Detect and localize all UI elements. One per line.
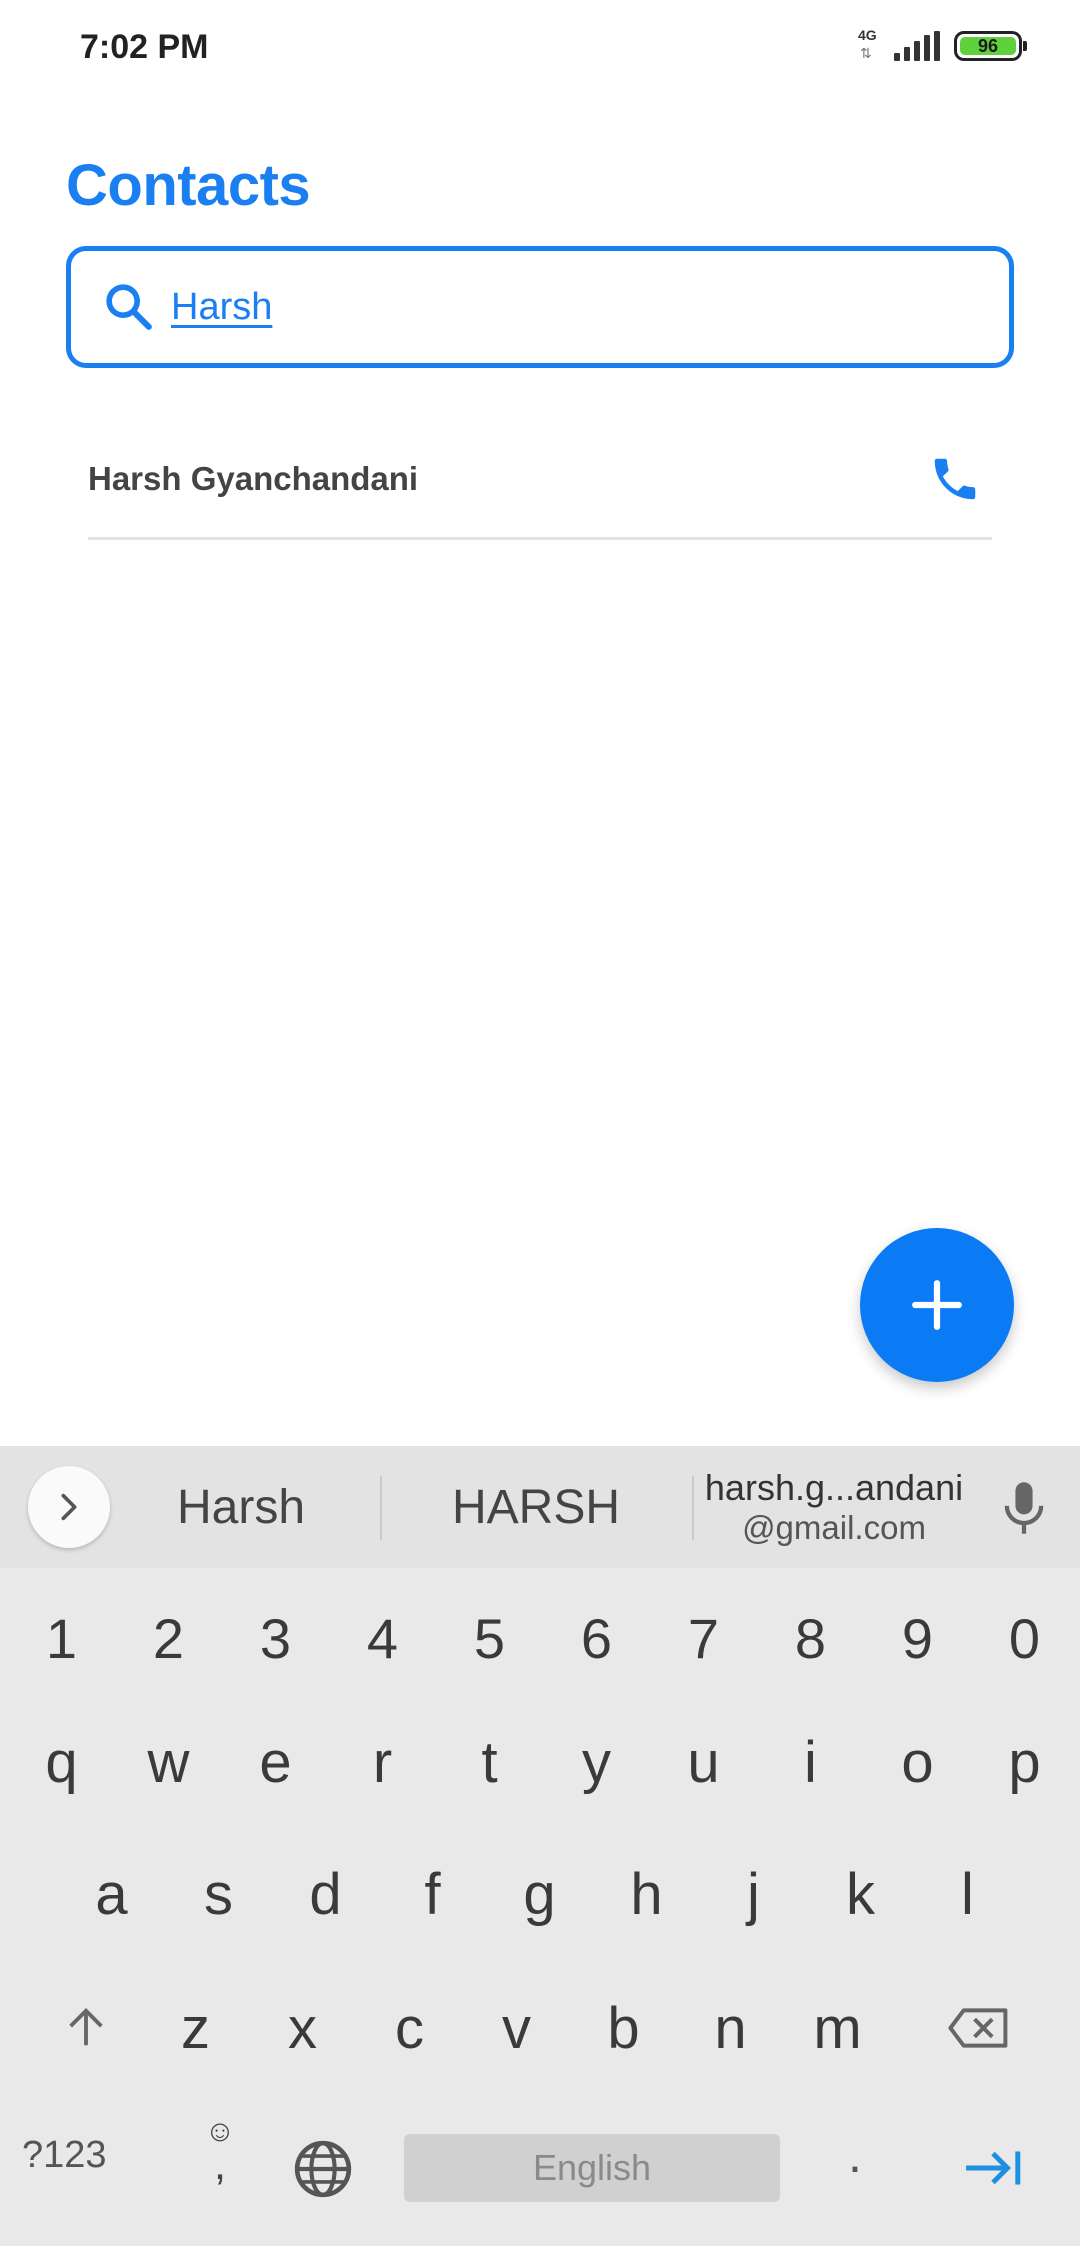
mic-icon[interactable] xyxy=(998,1478,1050,1538)
network-type-icon: 4G ⇅ xyxy=(858,28,880,64)
contact-row[interactable]: Harsh Gyanchandani xyxy=(88,420,992,540)
status-time: 7:02 PM xyxy=(80,28,209,66)
key-u[interactable]: u xyxy=(650,1704,757,1820)
key-e[interactable]: e xyxy=(222,1704,329,1820)
letter-row-2: a s d f g h j k l xyxy=(0,1836,1080,1952)
signal-icon xyxy=(894,31,940,61)
battery-icon: 96 xyxy=(954,31,1027,61)
expand-toolbar-button[interactable] xyxy=(28,1466,110,1548)
letter-row-3: z x c v b n m xyxy=(0,1970,1080,2086)
key-z[interactable]: z xyxy=(142,1970,249,2086)
network-type-label: 4G xyxy=(858,27,877,43)
key-m[interactable]: m xyxy=(784,1970,891,2086)
key-d[interactable]: d xyxy=(272,1836,379,1952)
suggestion-2[interactable]: HARSH xyxy=(384,1446,688,1568)
suggestion-email-line1: harsh.g...andani xyxy=(704,1467,964,1509)
plus-icon xyxy=(912,1280,962,1330)
key-i[interactable]: i xyxy=(757,1704,864,1820)
suggestion-bar: Harsh HARSH harsh.g...andani @gmail.com xyxy=(0,1446,1080,1568)
key-j[interactable]: j xyxy=(700,1836,807,1952)
keyboard: Harsh HARSH harsh.g...andani @gmail.com … xyxy=(0,1446,1080,2246)
key-n[interactable]: n xyxy=(677,1970,784,2086)
chevron-right-icon xyxy=(61,1493,77,1521)
comma-label: , xyxy=(213,2140,227,2189)
key-x[interactable]: x xyxy=(249,1970,356,2086)
enter-arrow-icon[interactable] xyxy=(962,2146,1024,2190)
key-h[interactable]: h xyxy=(593,1836,700,1952)
key-3[interactable]: 3 xyxy=(222,1580,329,1696)
key-l[interactable]: l xyxy=(914,1836,1021,1952)
suggestion-email[interactable]: harsh.g...andani @gmail.com xyxy=(694,1446,974,1568)
suggestion-divider xyxy=(380,1476,382,1540)
key-1[interactable]: 1 xyxy=(8,1580,115,1696)
period-key[interactable]: . xyxy=(848,2126,862,2184)
data-arrows-icon: ⇅ xyxy=(860,45,872,61)
key-w[interactable]: w xyxy=(115,1704,222,1820)
suggestion-email-line2: @gmail.com xyxy=(742,1508,926,1546)
number-row: 1 2 3 4 5 6 7 8 9 0 xyxy=(0,1580,1080,1696)
key-8[interactable]: 8 xyxy=(757,1580,864,1696)
key-9[interactable]: 9 xyxy=(864,1580,971,1696)
key-b[interactable]: b xyxy=(570,1970,677,2086)
key-7[interactable]: 7 xyxy=(650,1580,757,1696)
contact-name: Harsh Gyanchandani xyxy=(88,459,419,497)
bottom-row: ?123 ☺ , English . xyxy=(0,2104,1080,2220)
search-box[interactable] xyxy=(66,246,1014,368)
key-2[interactable]: 2 xyxy=(115,1580,222,1696)
shift-key[interactable] xyxy=(30,1970,142,2086)
search-icon xyxy=(106,284,152,330)
globe-icon[interactable] xyxy=(292,2138,354,2200)
key-6[interactable]: 6 xyxy=(543,1580,650,1696)
key-f[interactable]: f xyxy=(379,1836,486,1952)
backspace-key[interactable] xyxy=(915,1970,1043,2086)
shift-arrow-icon xyxy=(69,2008,103,2046)
key-v[interactable]: v xyxy=(463,1970,570,2086)
key-p[interactable]: p xyxy=(971,1704,1078,1820)
key-g[interactable]: g xyxy=(486,1836,593,1952)
letter-row-1: q w e r t y u i o p xyxy=(0,1704,1080,1820)
key-0[interactable]: 0 xyxy=(971,1580,1078,1696)
key-r[interactable]: r xyxy=(329,1704,436,1820)
status-bar: 7:02 PM 4G ⇅ 96 xyxy=(0,0,1080,96)
phone-icon[interactable] xyxy=(928,452,982,506)
add-contact-button[interactable] xyxy=(860,1228,1014,1382)
key-y[interactable]: y xyxy=(543,1704,650,1820)
key-k[interactable]: k xyxy=(807,1836,914,1952)
key-s[interactable]: s xyxy=(165,1836,272,1952)
suggestion-1[interactable]: Harsh xyxy=(120,1446,362,1568)
status-icons: 4G ⇅ 96 xyxy=(858,28,1027,64)
page-title: Contacts xyxy=(66,153,311,218)
key-t[interactable]: t xyxy=(436,1704,543,1820)
battery-level: 96 xyxy=(977,35,999,56)
search-input[interactable] xyxy=(171,285,871,329)
emoji-comma-key[interactable]: ☺ , xyxy=(198,2116,242,2189)
key-a[interactable]: a xyxy=(58,1836,165,1952)
key-4[interactable]: 4 xyxy=(329,1580,436,1696)
symbols-key[interactable]: ?123 xyxy=(22,2134,107,2177)
key-5[interactable]: 5 xyxy=(436,1580,543,1696)
key-c[interactable]: c xyxy=(356,1970,463,2086)
key-q[interactable]: q xyxy=(8,1704,115,1820)
space-key[interactable]: English xyxy=(404,2134,780,2202)
key-o[interactable]: o xyxy=(864,1704,971,1820)
backspace-icon xyxy=(948,2008,1008,2048)
